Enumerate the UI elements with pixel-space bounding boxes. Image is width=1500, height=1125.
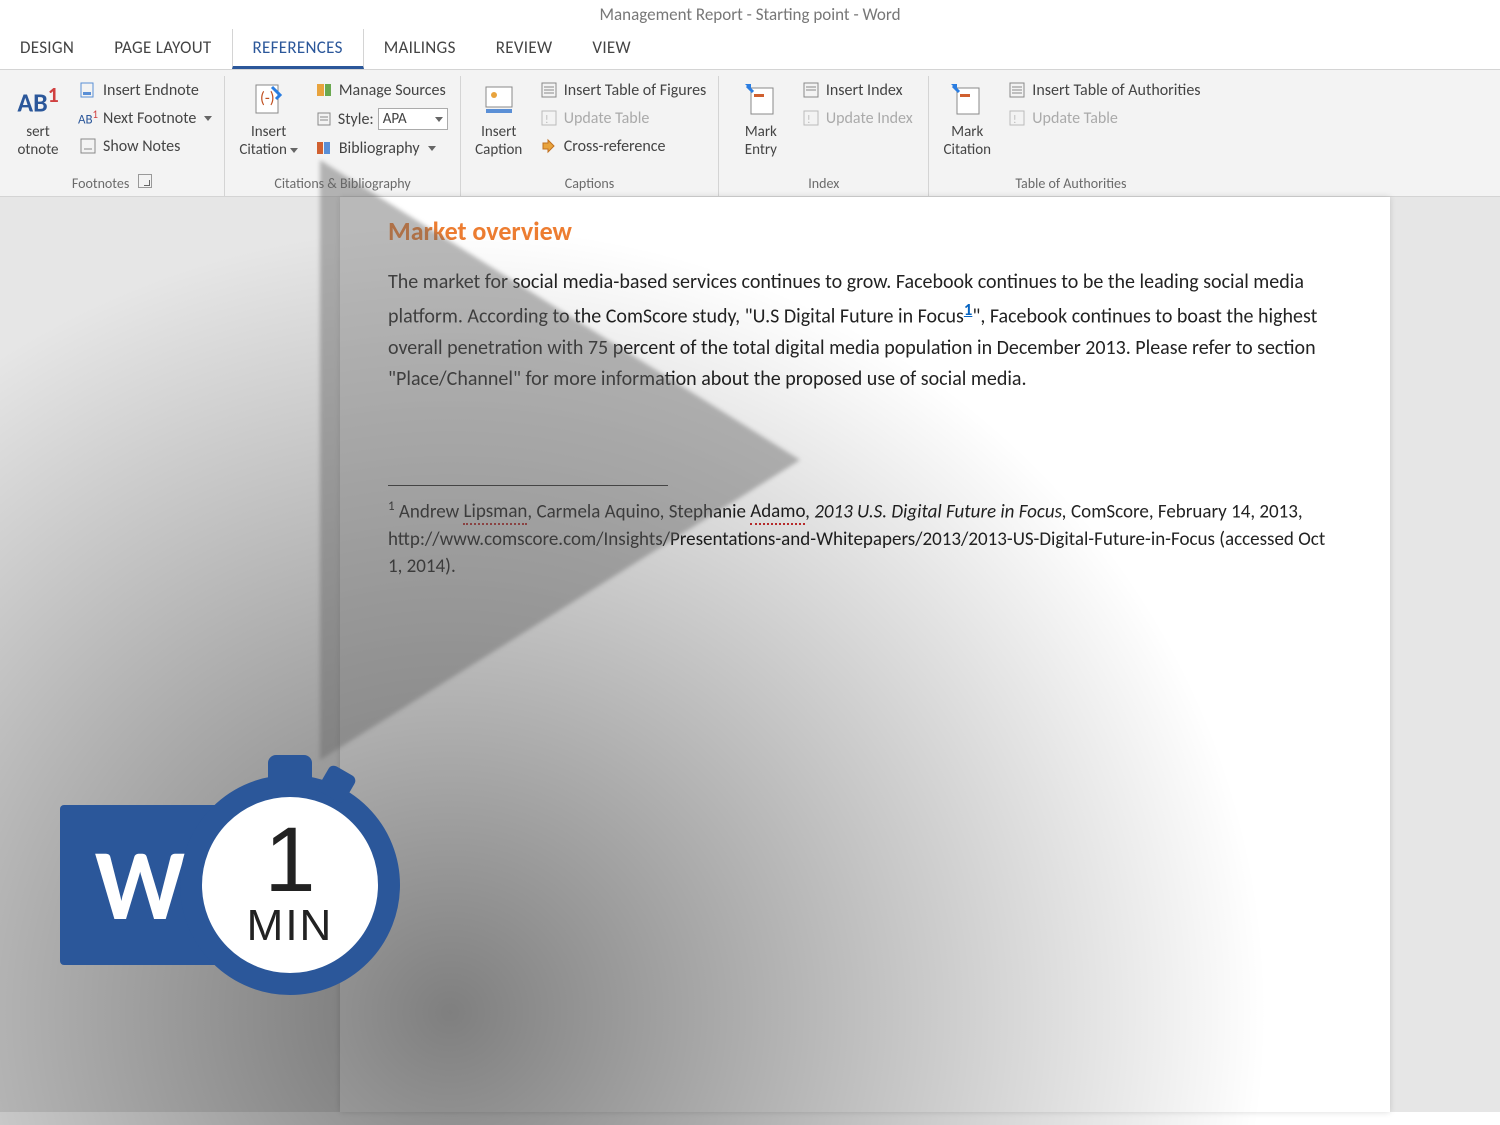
tab-design[interactable]: DESIGN: [0, 29, 94, 69]
group-label-authorities: Table of Authorities: [937, 173, 1204, 196]
next-footnote-icon: AB1: [78, 108, 98, 128]
ribbon-group-footnotes: AB1 sert otnote Insert Endnote AB1 Next …: [0, 76, 225, 196]
update-index-button[interactable]: ! Update Index: [797, 106, 917, 130]
stopwatch-min-label: MIN: [247, 901, 334, 951]
citation-style-selector[interactable]: Style: APA: [310, 106, 452, 132]
spellcheck-underline: Adamo: [750, 500, 805, 525]
group-label-citations: Citations & Bibliography: [233, 173, 451, 196]
manage-sources-icon: [314, 80, 334, 100]
group-label-index: Index: [727, 173, 920, 196]
next-footnote-button[interactable]: AB1 Next Footnote: [74, 106, 216, 130]
document-page[interactable]: Market overview The market for social me…: [340, 197, 1390, 1112]
update-toa-icon: !: [1007, 108, 1027, 128]
insert-footnote-button[interactable]: AB1 sert otnote: [8, 78, 68, 161]
mark-citation-icon: [947, 80, 987, 120]
bibliography-button[interactable]: Bibliography: [310, 136, 452, 160]
mark-entry-icon: [741, 80, 781, 120]
update-table-button[interactable]: ! Update Table: [535, 106, 711, 130]
caption-icon: [479, 80, 519, 120]
footnote-text: 1 Andrew Lipsman, Carmela Aquino, Stepha…: [388, 498, 1342, 581]
footnote-icon: AB1: [18, 80, 58, 120]
bibliography-icon: [314, 138, 334, 158]
cross-reference-icon: [539, 136, 559, 156]
insert-table-of-figures-button[interactable]: Insert Table of Figures: [535, 78, 711, 102]
group-label-footnotes: Footnotes: [8, 172, 216, 196]
chevron-down-icon: [204, 116, 212, 121]
show-notes-button[interactable]: Show Notes: [74, 134, 216, 158]
svg-text:!: !: [545, 113, 549, 126]
tab-page-layout[interactable]: PAGE LAYOUT: [94, 29, 231, 69]
ribbon-group-index: Mark Entry Insert Index ! Update Index: [719, 76, 929, 196]
insert-caption-button[interactable]: Insert Caption: [469, 78, 529, 161]
spellcheck-underline: Lipsman: [463, 500, 527, 525]
update-index-icon: !: [801, 108, 821, 128]
insert-index-icon: [801, 80, 821, 100]
footnotes-dialog-launcher[interactable]: [138, 174, 152, 188]
tab-review[interactable]: REVIEW: [476, 29, 573, 69]
table-of-figures-icon: [539, 80, 559, 100]
chevron-down-icon: [290, 148, 298, 153]
endnote-icon: [78, 80, 98, 100]
svg-text:!: !: [1013, 113, 1017, 126]
cross-reference-button[interactable]: Cross-reference: [535, 134, 711, 158]
ribbon-group-authorities: Mark Citation Insert Table of Authoritie…: [929, 76, 1212, 196]
insert-index-button[interactable]: Insert Index: [797, 78, 917, 102]
video-badge: W 1 MIN: [60, 775, 400, 995]
doc-body-paragraph: The market for social media-based servic…: [388, 267, 1342, 395]
chevron-down-icon: [435, 117, 443, 122]
insert-table-of-authorities-button[interactable]: Insert Table of Authorities: [1003, 78, 1204, 102]
footnote-separator: [388, 485, 668, 486]
ribbon-group-citations: (-) Insert Citation Manage Sources Style…: [225, 76, 460, 196]
insert-toa-icon: [1007, 80, 1027, 100]
manage-sources-button[interactable]: Manage Sources: [310, 78, 452, 102]
show-notes-icon: [78, 136, 98, 156]
mark-citation-button[interactable]: Mark Citation: [937, 78, 997, 161]
insert-endnote-button[interactable]: Insert Endnote: [74, 78, 216, 102]
ribbon: AB1 sert otnote Insert Endnote AB1 Next …: [0, 70, 1500, 197]
update-table-icon: !: [539, 108, 559, 128]
style-dropdown[interactable]: APA: [378, 108, 448, 130]
tab-view[interactable]: VIEW: [572, 29, 651, 69]
doc-heading: Market overview: [388, 215, 1342, 247]
window-title: Management Report - Starting point - Wor…: [600, 4, 901, 25]
insert-citation-button[interactable]: (-) Insert Citation: [233, 78, 303, 161]
tab-references[interactable]: REFERENCES: [232, 29, 364, 69]
style-icon: [314, 109, 334, 129]
update-toa-button[interactable]: ! Update Table: [1003, 106, 1204, 130]
group-label-captions: Captions: [469, 173, 711, 196]
ribbon-tabs: DESIGN PAGE LAYOUT REFERENCES MAILINGS R…: [0, 29, 1500, 70]
svg-text:(-): (-): [260, 89, 275, 108]
title-bar: Management Report - Starting point - Wor…: [0, 0, 1500, 29]
stopwatch-icon: 1 MIN: [180, 775, 400, 995]
mark-entry-button[interactable]: Mark Entry: [731, 78, 791, 161]
citation-icon: (-): [249, 80, 289, 120]
chevron-down-icon: [428, 146, 436, 151]
tab-mailings[interactable]: MAILINGS: [364, 29, 476, 69]
ribbon-group-captions: Insert Caption Insert Table of Figures !…: [461, 76, 720, 196]
stopwatch-number: 1: [264, 819, 315, 902]
svg-text:!: !: [807, 113, 811, 126]
